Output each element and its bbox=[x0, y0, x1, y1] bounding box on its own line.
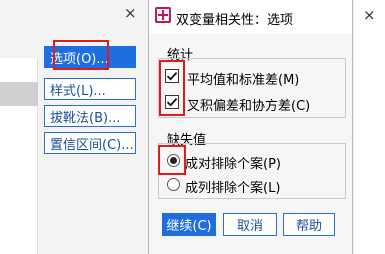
cancel-button[interactable]: 取消 bbox=[223, 213, 277, 236]
means-std-checkbox[interactable] bbox=[165, 69, 179, 83]
screen: × 选项(O)... 样式(L)... 拔靴法(B)... 置信区间(C)...… bbox=[0, 0, 385, 254]
confidence-interval-button[interactable]: 置信区间(C)... bbox=[44, 132, 136, 154]
cross-product-label[interactable]: 叉积偏差和协方差(C) bbox=[187, 95, 310, 114]
options-dialog: 双变量相关性：选项 统计 平均值和标准差(M) 叉积偏差和协方差(C) 缺失值 … bbox=[148, 0, 353, 254]
cross-product-checkbox[interactable] bbox=[165, 95, 179, 109]
listwise-label[interactable]: 成列排除个案(L) bbox=[185, 177, 280, 196]
checkmark-icon bbox=[166, 97, 178, 107]
help-button[interactable]: 帮助 bbox=[283, 213, 335, 236]
style-button[interactable]: 样式(L)... bbox=[44, 78, 136, 100]
close-icon[interactable]: × bbox=[363, 6, 376, 24]
pairwise-label[interactable]: 成对排除个案(P) bbox=[185, 153, 281, 172]
continue-button[interactable]: 继续(C) bbox=[162, 213, 216, 236]
options-button[interactable]: 选项(O)... bbox=[44, 46, 136, 68]
variable-list-selected-row[interactable] bbox=[0, 82, 38, 106]
dialog-titlebar: 双变量相关性：选项 bbox=[149, 0, 352, 34]
listwise-radio[interactable] bbox=[167, 178, 180, 191]
pairwise-radio[interactable] bbox=[167, 154, 180, 167]
background-window bbox=[354, 0, 385, 254]
close-icon[interactable]: × bbox=[124, 4, 137, 22]
means-std-label[interactable]: 平均值和标准差(M) bbox=[187, 69, 299, 88]
bootstrap-button[interactable]: 拔靴法(B)... bbox=[44, 105, 136, 127]
app-icon bbox=[155, 7, 171, 23]
checkmark-icon bbox=[166, 71, 178, 81]
dialog-title: 双变量相关性：选项 bbox=[176, 13, 294, 28]
